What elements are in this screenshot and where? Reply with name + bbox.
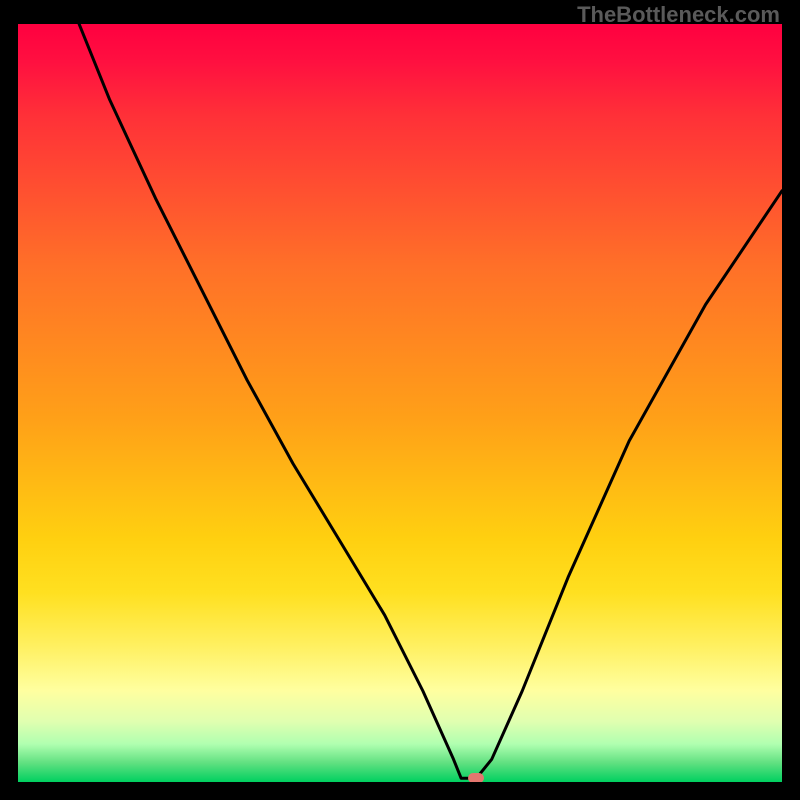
minimum-marker [468,773,484,782]
chart-frame: TheBottleneck.com [0,0,800,800]
bottleneck-curve [18,24,782,782]
watermark-text: TheBottleneck.com [577,2,780,28]
plot-area [18,24,782,782]
